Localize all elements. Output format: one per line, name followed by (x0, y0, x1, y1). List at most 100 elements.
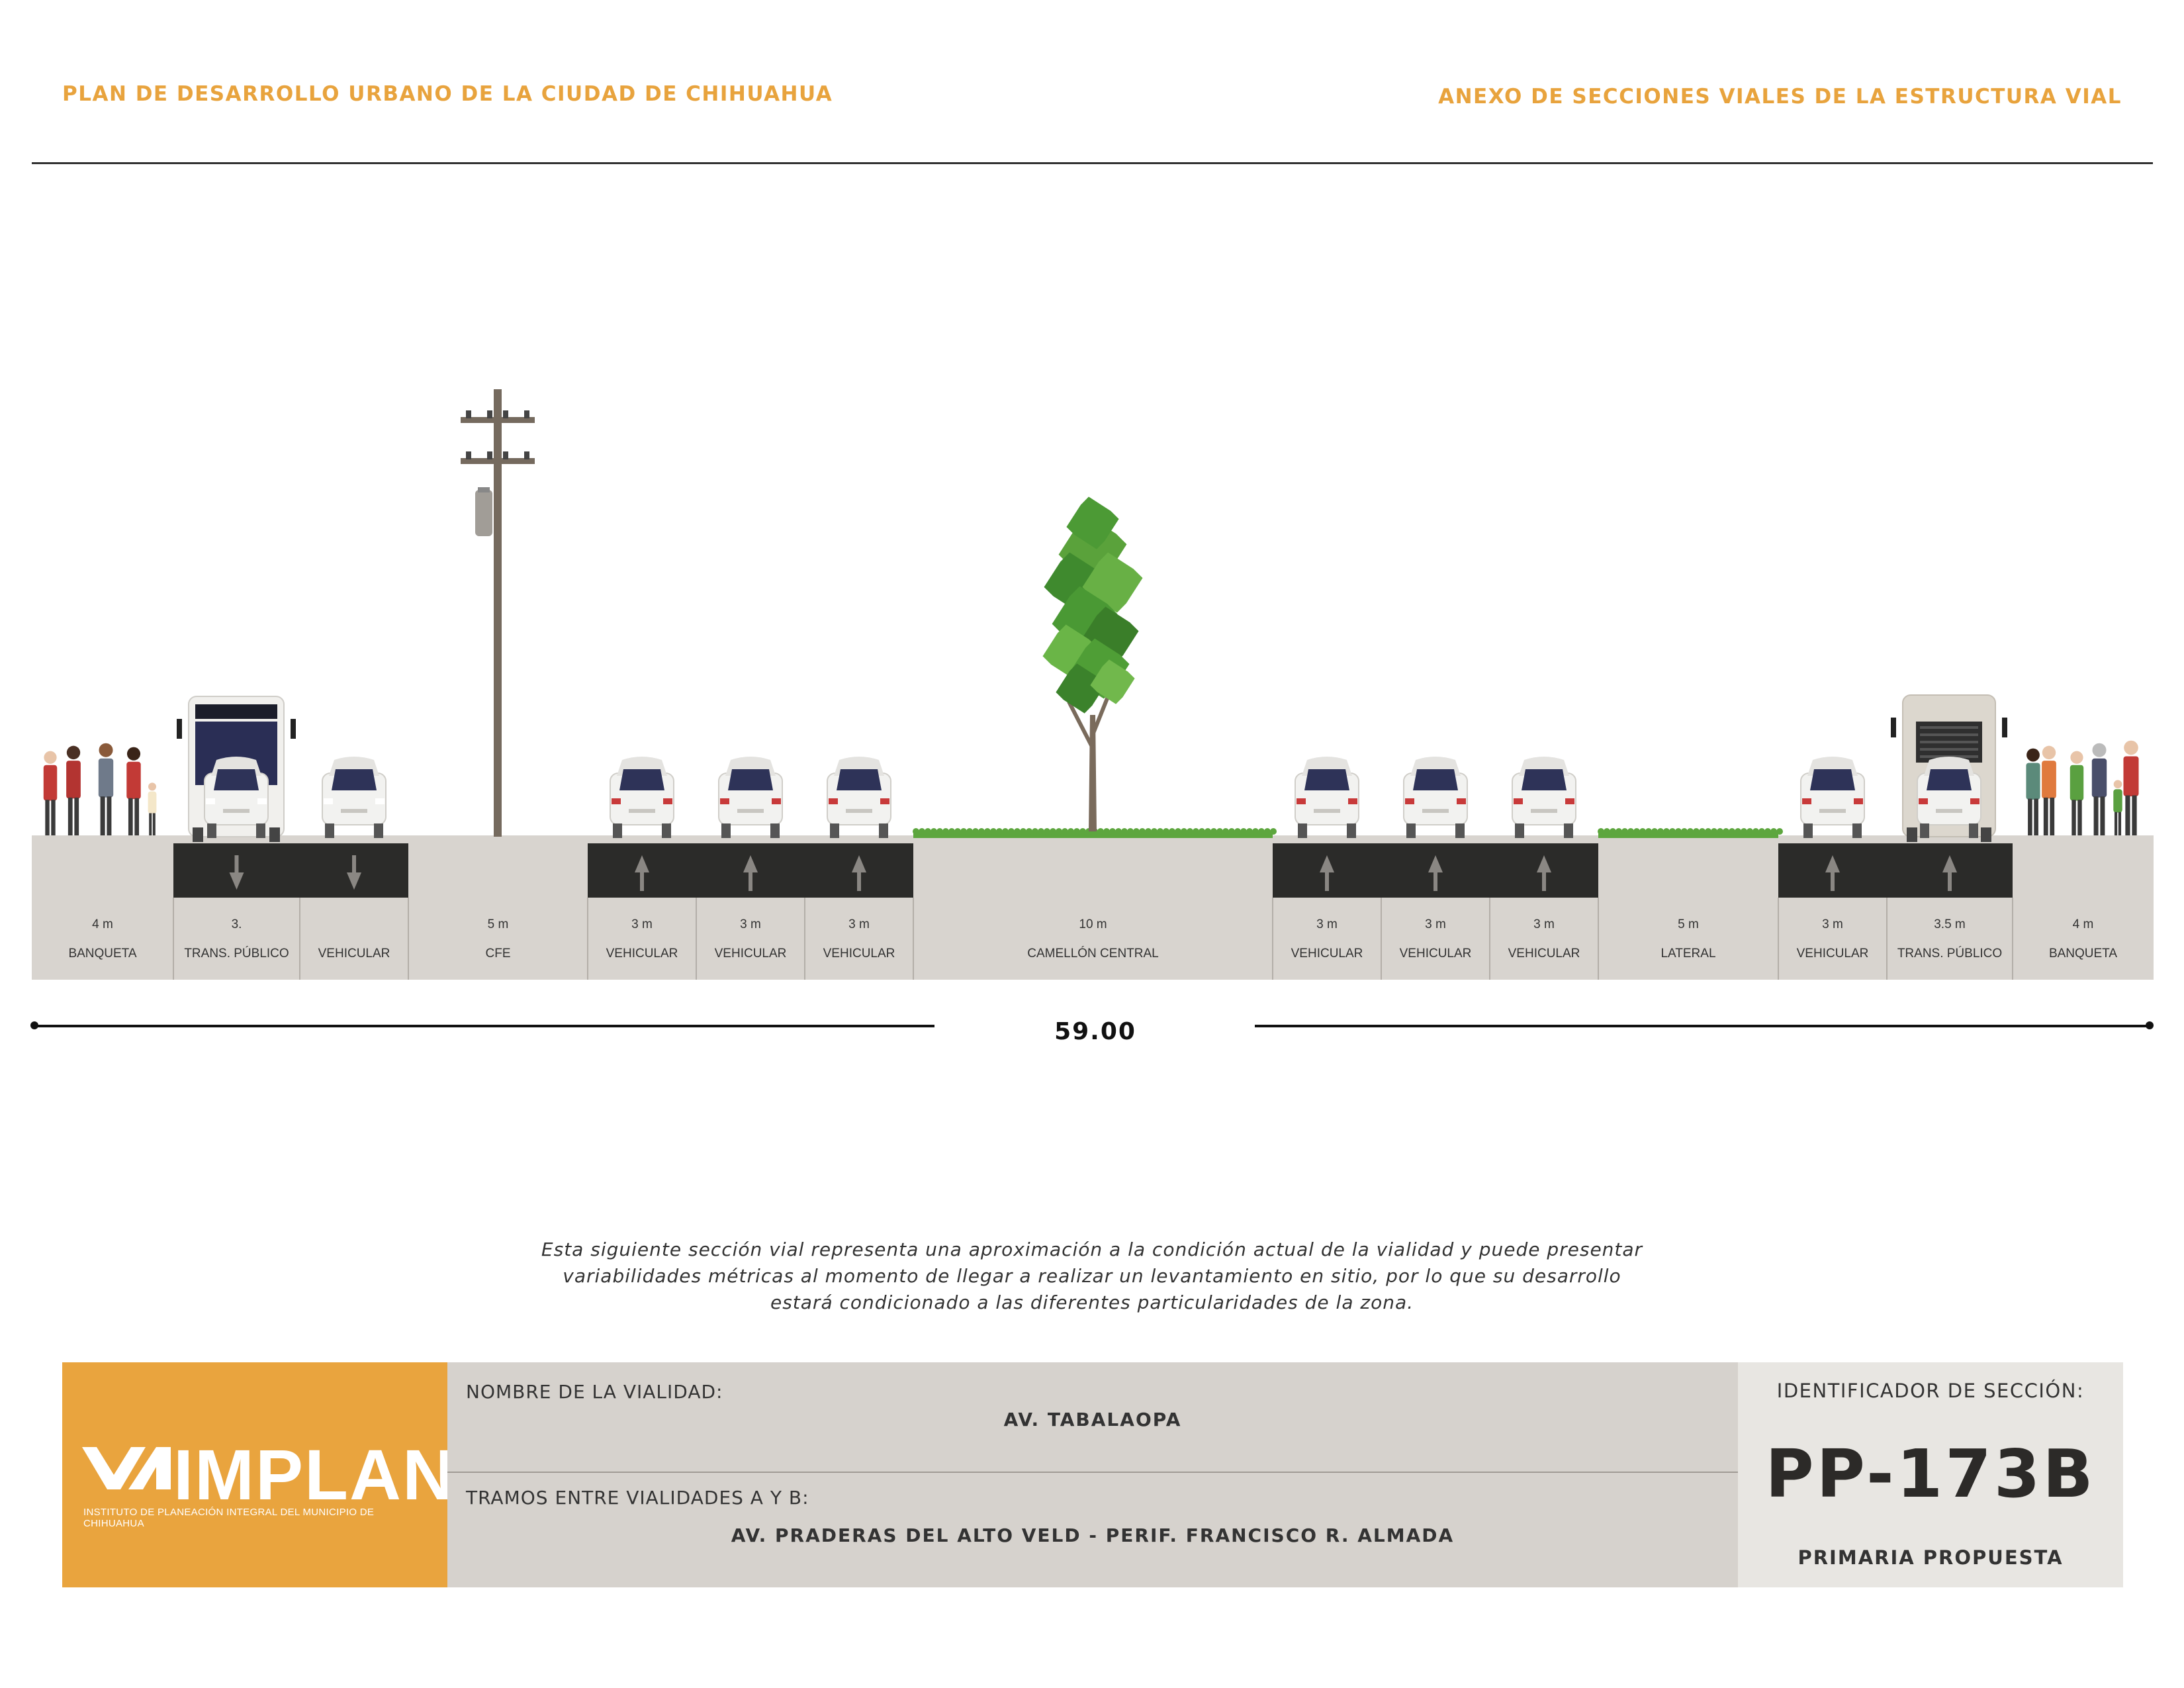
road-section-diagram: 4 m BANQUETA 3. TRANS. PÚBLICO VEHICULAR 5 m C… (32, 389, 2154, 980)
pedestrian-icon (98, 743, 114, 835)
grass-tuft (1133, 828, 1140, 835)
segment-name-label: TRANS. PÚBLICO (1897, 946, 2002, 961)
bus-wheel-left (1907, 827, 1917, 842)
pedestrian-icon (2091, 743, 2107, 835)
car-wheel-right (879, 823, 888, 838)
car-windshield (1927, 769, 1972, 790)
grass-tuft (1270, 828, 1277, 835)
utility-pole-icon (461, 389, 535, 837)
grass-tuft (1157, 828, 1163, 835)
grass-tuft (1741, 828, 1747, 835)
bus-wheel-right (1981, 827, 1991, 842)
segment-width-label: 3 m (848, 917, 870, 931)
grass-tuft (1044, 828, 1050, 835)
grass-tuft (1032, 828, 1038, 835)
arrow-shaft (1948, 871, 1952, 891)
car-wheel-right (1347, 823, 1356, 838)
grass-tuft (1205, 828, 1211, 835)
grass-tuft (1187, 828, 1193, 835)
segment-name-label: VEHICULAR (318, 947, 390, 961)
pedestrian-leg (152, 813, 156, 835)
car-light-right (1854, 798, 1863, 804)
grass-tuft (1127, 828, 1134, 835)
car-wheel-left (613, 823, 622, 838)
pedestrian-head (2124, 740, 2138, 755)
grass-tuft (919, 828, 925, 835)
segment-width-label: 3 m (740, 917, 761, 931)
segment-name-label: VEHICULAR (1291, 947, 1363, 961)
pedestrian-body (2070, 765, 2084, 801)
transformer-cap (478, 487, 490, 492)
car-wheel-right (1852, 823, 1862, 838)
pedestrian-body (2091, 758, 2107, 798)
grass-tuft (1693, 828, 1700, 835)
bus-mirror-right (2002, 718, 2007, 737)
grass-tuft (913, 828, 919, 835)
grass-tuft (1193, 828, 1199, 835)
arrow-shaft (640, 871, 644, 891)
car-light-right (880, 798, 889, 804)
grass-tuft (1056, 828, 1062, 835)
arrow-shaft (1433, 871, 1437, 891)
pedestrian-leg (2077, 800, 2082, 835)
implan-logo-panel: IMPLAN INSTITUTO DE PLANEACIÓN INTEGRAL … (62, 1362, 454, 1587)
car-wheel-right (1455, 823, 1465, 838)
pedestrian-icon (126, 747, 141, 835)
grass-tuft (1216, 828, 1223, 835)
grill-slat (1920, 748, 1978, 751)
pedestrian-head (99, 743, 113, 757)
grass-tuft (1097, 828, 1104, 835)
car-light-left (1514, 798, 1523, 804)
grass-tuft (1675, 828, 1682, 835)
grass-tuft (1026, 828, 1032, 835)
pedestrian-icon (2123, 740, 2139, 835)
segment-name-label: VEHICULAR (715, 947, 787, 961)
pedestrian-head (2092, 743, 2107, 757)
car-windshield (728, 769, 773, 790)
pedestrian-body (2123, 756, 2139, 796)
car-front-icon (1295, 757, 1359, 838)
segment-width-label: 3 m (1425, 917, 1446, 931)
car-windshield (1810, 769, 1855, 790)
total-dimension-endpoint-right (2146, 1021, 2154, 1029)
pedestrian-head (148, 782, 156, 791)
grass-tuft (1169, 828, 1175, 835)
car-wheel-left (1298, 823, 1307, 838)
grass-tuft (1145, 828, 1152, 835)
total-width-label: 59.00 (1054, 1018, 1136, 1045)
grass-tuft (1103, 828, 1110, 835)
car-light-left (612, 798, 621, 804)
pedestrian-leg (74, 797, 79, 835)
arrow-shaft (1831, 871, 1835, 891)
grass-tuft (948, 828, 955, 835)
grass-tuft (1764, 828, 1771, 835)
stretch-value: AV. PRADERAS DEL ALTO VELD - PERIF. FRAN… (731, 1524, 1455, 1546)
car-front-icon (1403, 757, 1468, 838)
pedestrian-leg (2043, 797, 2048, 835)
car-plate (1314, 809, 1340, 813)
car-front-icon (1800, 757, 1865, 838)
pedestrian-body (126, 761, 141, 800)
arrow-shaft (1542, 871, 1546, 891)
car-plate (1422, 809, 1449, 813)
grass-tuft (1729, 828, 1735, 835)
segment-width-label: 5 m (488, 917, 509, 931)
car-light-left (720, 798, 729, 804)
grass-tuft (1705, 828, 1711, 835)
arrow-shaft (352, 855, 356, 875)
car-light-right (1348, 798, 1357, 804)
pole-insulator (524, 410, 529, 418)
section-id-code: PP-173B (1765, 1435, 2096, 1513)
grass-tuft (1604, 828, 1610, 835)
pole-insulator (466, 410, 471, 418)
pedestrian-leg (68, 797, 73, 835)
grass-tuft (960, 828, 967, 835)
grass-tuft (966, 828, 973, 835)
grass-tuft (1633, 828, 1640, 835)
pedestrian-icon (66, 745, 81, 835)
pedestrian-leg (2100, 796, 2105, 835)
grass-tuft (1687, 828, 1694, 835)
pedestrian-head (66, 745, 81, 760)
car-windshield (214, 769, 259, 790)
section-props (43, 389, 2139, 891)
